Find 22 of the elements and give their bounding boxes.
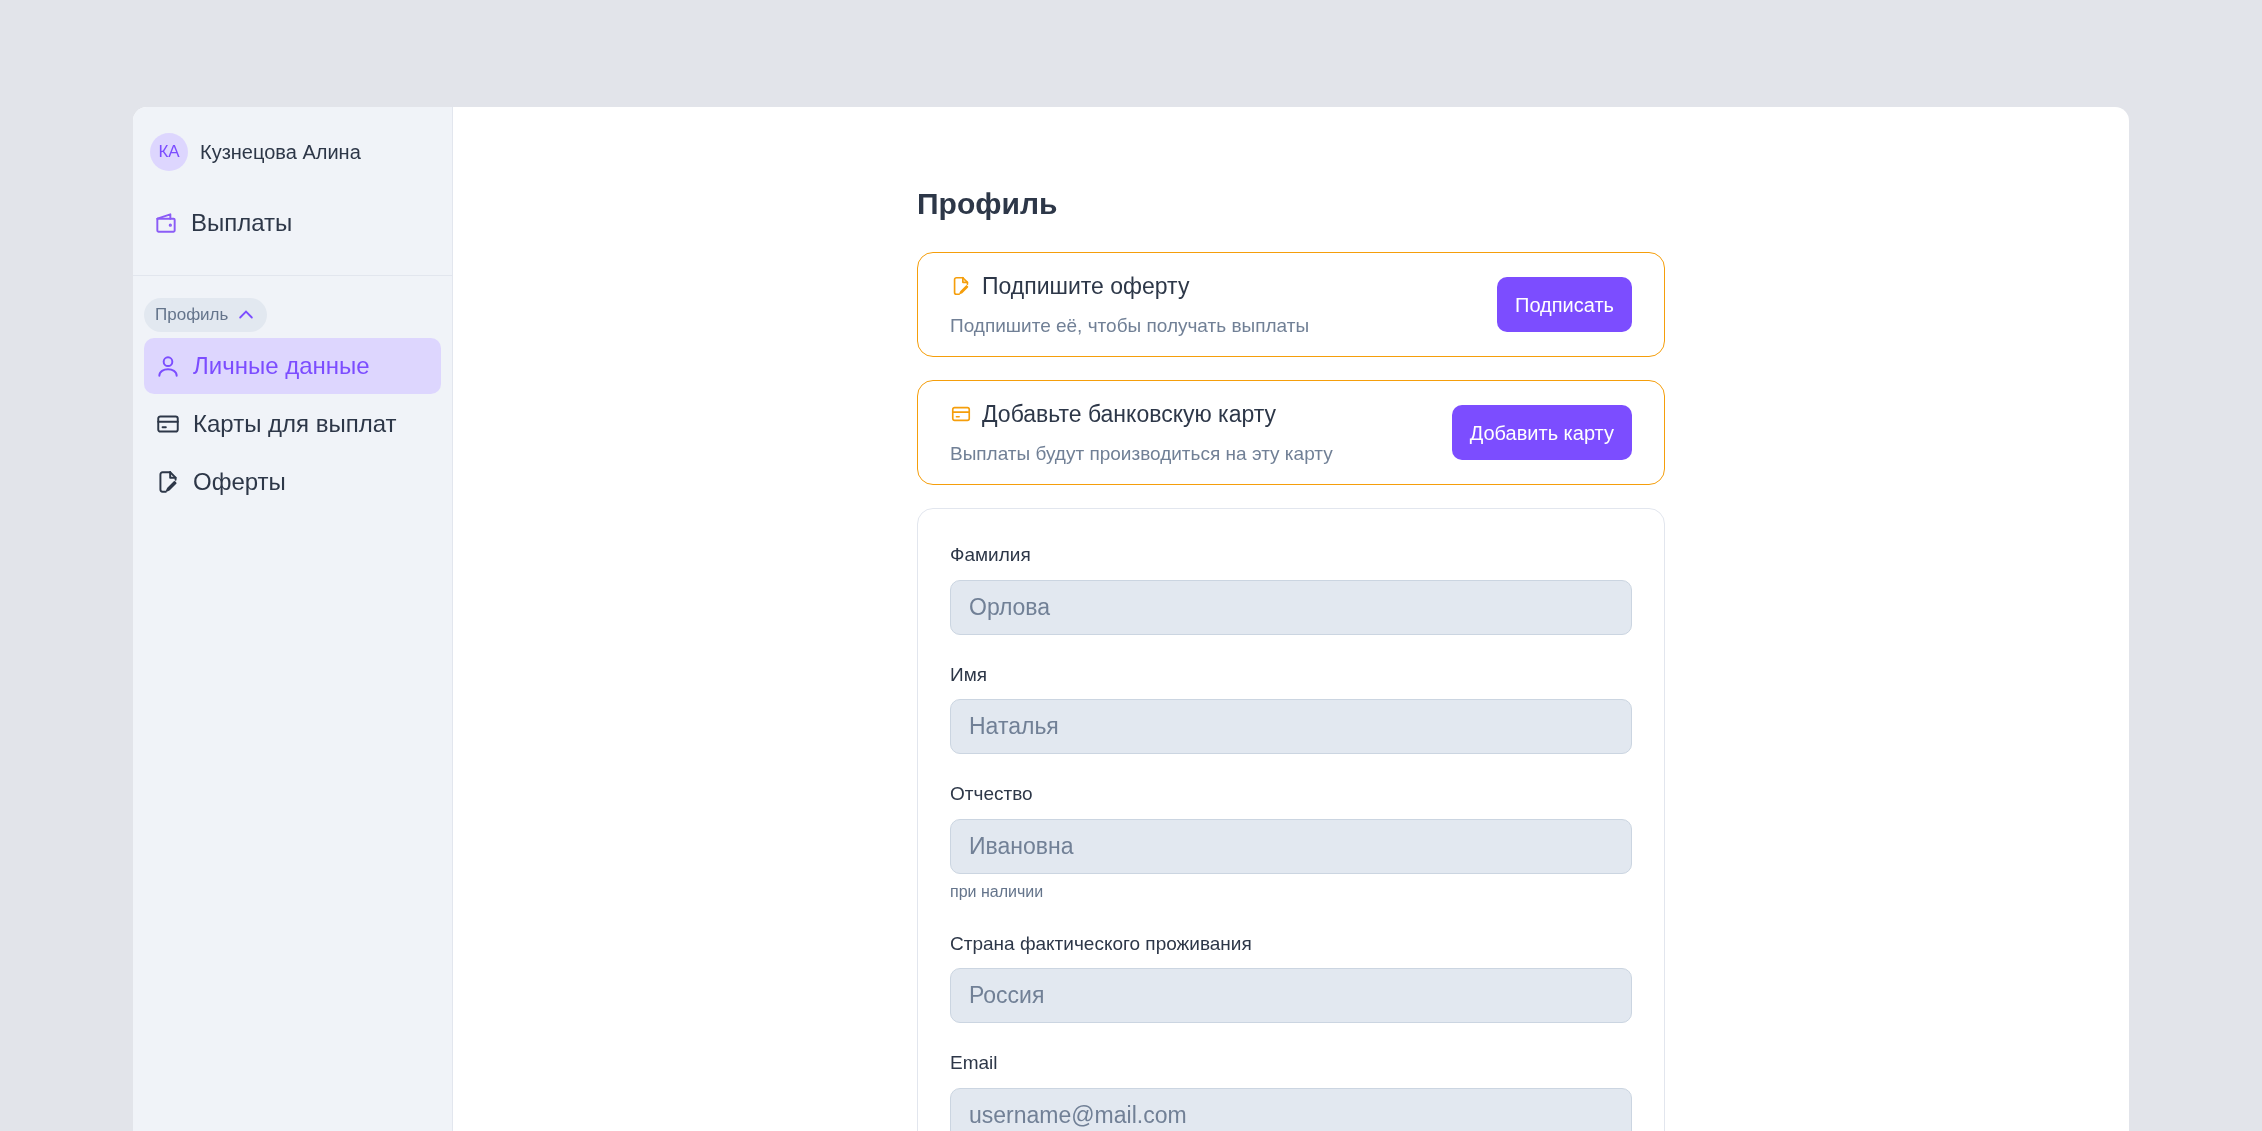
section-toggle[interactable]: Профиль [144, 298, 268, 332]
field-hint: при наличии [950, 881, 1045, 902]
action-button[interactable]: Подписать [1497, 277, 1632, 332]
sidebar-item[interactable]: Карты для выплат [144, 396, 441, 452]
nav-item[interactable]: Выплаты [144, 195, 441, 251]
field-label: Имя [950, 662, 988, 687]
field-label: Страна фактического проживания [950, 931, 1253, 956]
page-title: Профиль [917, 186, 1059, 222]
action-button[interactable]: Добавить карту [1451, 405, 1632, 460]
alert-text: Выплаты будут производиться на эту карту [950, 441, 1333, 466]
user-icon [155, 353, 181, 379]
wallet-icon [153, 210, 179, 236]
field-label: Фамилия [950, 543, 1032, 567]
alert-title: Добавьте банковскую карту [982, 400, 1277, 429]
field-label: Отчество [950, 782, 1034, 806]
user-name: Кузнецова Алина [200, 140, 361, 165]
alert-text: Подпишите её, чтобы получать выплаты [950, 313, 1310, 338]
avatar: КА [150, 133, 188, 171]
field-label: Email [950, 1051, 999, 1075]
sidebar-item[interactable]: Оферты [144, 454, 441, 510]
alert-title: Подпишите оферту [982, 272, 1190, 301]
sidebar-item[interactable]: Личные данные [144, 338, 441, 394]
